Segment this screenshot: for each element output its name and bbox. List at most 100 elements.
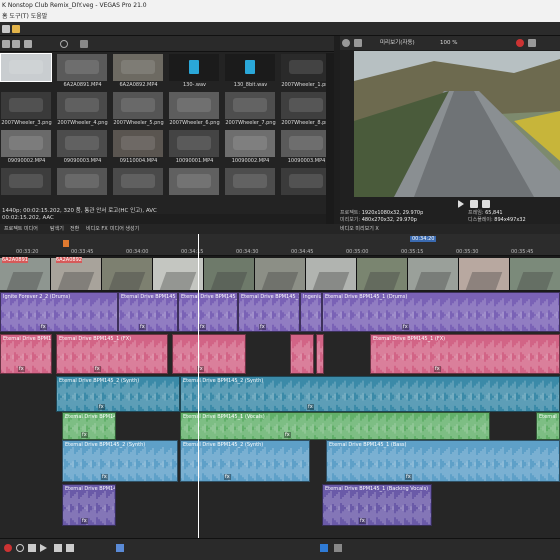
audio-event[interactable]: Eternal Drive BPM145_1 (Vocals) [536,412,560,440]
media-item[interactable] [56,167,110,205]
event-fx-icon[interactable]: fx [307,404,314,410]
event-fx-icon[interactable]: fx [224,474,231,480]
audio-track[interactable]: Eternal Drive BPM145_1 (Bass)fx Eternal D… [0,484,560,526]
event-fx-icon[interactable]: fx [81,432,88,438]
media-item[interactable]: 6A2A0892.MP4 [112,53,166,91]
video-event-frame[interactable] [153,258,204,290]
media-item[interactable]: 2007Wheeler_7.png [224,91,278,129]
event-fx-icon[interactable]: fx [434,366,441,372]
tab-explorer[interactable]: 탐색기 [50,224,64,234]
play-icon[interactable] [458,200,464,208]
media-item[interactable]: 10090002.MP4 [224,129,278,167]
audio-event[interactable]: Eternal Drive BPM145_1 (Drums) fx [238,292,300,332]
audio-event[interactable]: Eternal Drive BPM145_1fx [62,412,116,440]
tab-project-media[interactable]: 프로젝트 미디어 [4,224,38,234]
loop-icon[interactable] [16,544,24,552]
event-fx-icon[interactable]: fx [199,324,206,330]
menu-bar[interactable]: 홈 도구(T) 도움말 [0,12,560,22]
media-item[interactable]: 130-.wav [168,53,222,91]
remove-icon[interactable] [24,40,32,48]
audio-event[interactable]: Eternal Drive BPM145_2 (Synth) fx [62,440,178,482]
audio-event[interactable]: Eternal Drive BPM145_1 (Drums) fx [322,292,560,332]
media-item[interactable] [0,53,54,91]
event-fx-icon[interactable]: fx [405,474,412,480]
video-event-frame[interactable] [510,258,560,290]
auto-ripple-icon[interactable] [334,544,342,552]
audio-event[interactable]: Eternal Drive BPM145_1 (Backing Vocals) f… [322,484,432,526]
event-fx-icon[interactable]: fx [18,366,25,372]
event-fx-icon[interactable]: fx [139,324,146,330]
audio-event[interactable]: fx [172,334,246,374]
media-item[interactable]: 09090003.MP4 [56,129,110,167]
event-fx-icon[interactable]: fx [98,404,105,410]
media-item[interactable] [224,167,278,205]
tab-video-preview[interactable]: 비디오 미리보기 X [340,224,379,234]
audio-event[interactable]: Eternal Drive BPM145_1 (Vocals) fx [180,412,490,440]
preview-mode[interactable]: 미리보기(자동) [380,36,415,50]
audio-event[interactable] [290,334,314,374]
import-icon[interactable] [2,40,10,48]
snapping-icon[interactable] [320,544,328,552]
snapshot-icon[interactable] [516,39,524,47]
open-folder-icon[interactable] [12,25,20,33]
media-item[interactable]: 130_8bit.wav [224,53,278,91]
event-fx-icon[interactable]: fx [94,366,101,372]
tab-transitions[interactable]: 전환 [70,224,79,234]
split-icon[interactable] [354,39,362,47]
video-event-frame[interactable] [255,258,306,290]
normal-edit-tool-icon[interactable] [116,544,124,552]
audio-track[interactable]: Eternal Drive BPM145_2 (Synth) fx Eternal … [0,376,560,412]
audio-event[interactable]: Eternal Drive BPM145_2 (Synth) fx [180,440,310,482]
audio-event[interactable]: Eternal Drive BPM145_1 (FX) fx [370,334,560,374]
video-track[interactable]: 6A2A0891 6A2A0892 [0,256,560,292]
video-event-frame[interactable] [204,258,255,290]
audio-event[interactable]: Eternal Drive BPM145_2 (Synth) fx [180,376,560,412]
record-icon[interactable] [4,544,12,552]
media-item[interactable]: 09090002.MP4 [0,129,54,167]
event-fx-icon[interactable]: fx [40,324,47,330]
audio-event[interactable]: Eternal Drive BPM145_2 (Drums) fx [178,292,238,332]
audio-event[interactable]: Eternal Drive BPM145_2 (Drums) fx [118,292,178,332]
audio-event[interactable]: Eternal Drive BPM145_1 (Bass) fx [326,440,560,482]
capture-icon[interactable] [12,40,20,48]
stop-icon[interactable] [482,200,490,208]
media-item[interactable]: 2007Wheeler_6.png [168,91,222,129]
media-item[interactable]: 2007Wheeler_5.png [112,91,166,129]
media-item[interactable]: 2007Wheeler_4.png [56,91,110,129]
timeline-ruler[interactable]: 00:34:20 00:33:20 00:33:45 00:34:00 00:34:1… [0,234,560,256]
tab-media-generators[interactable]: 미디어 생성기 [110,224,139,234]
event-fx-icon[interactable]: fx [259,324,266,330]
media-item[interactable] [168,167,222,205]
search-icon[interactable] [60,40,68,48]
media-item[interactable]: 6A2A0891.MP4 [56,53,110,91]
audio-event[interactable]: Eternal Drive BPM145_2 (Synth) fx [56,376,180,412]
audio-track[interactable]: Eternal Drive BPM145_1 (FX)fxEternal Dri… [0,334,560,374]
video-event-frame[interactable] [306,258,357,290]
media-item[interactable] [0,167,54,205]
audio-track[interactable]: Eternal Drive BPM145_2 (Synth) fx Eternal … [0,440,560,482]
audio-event[interactable]: Eternal Drive BPM145_1 (Bass) fx [62,484,116,526]
video-event-frame[interactable] [357,258,408,290]
event-fx-icon[interactable]: fx [284,432,291,438]
audio-event[interactable]: Ingenium Eter... [300,292,322,332]
new-project-icon[interactable] [2,25,10,33]
playhead[interactable] [198,234,199,538]
media-item[interactable] [112,167,166,205]
grid-icon[interactable] [528,39,536,47]
video-event-frame[interactable] [408,258,459,290]
audio-event[interactable]: Ignite Forever 2_2 (Drums) fx [0,292,118,332]
event-fx-icon[interactable]: fx [402,324,409,330]
event-fx-icon[interactable]: fx [81,518,88,524]
media-item[interactable]: 09110004.MP4 [112,129,166,167]
event-fx-icon[interactable]: fx [359,518,366,524]
play-from-start-icon[interactable] [28,544,36,552]
play-icon[interactable] [40,544,47,552]
audio-track[interactable]: Ignite Forever 2_2 (Drums) fx Eternal Driv… [0,292,560,332]
video-event-frame[interactable] [459,258,510,290]
views-icon[interactable] [80,40,88,48]
pause-icon[interactable] [470,200,478,208]
tab-video-fx[interactable]: 비디오 FX [86,224,108,234]
media-item[interactable]: 2007Wheeler_3.png [0,91,54,129]
marker-flag[interactable] [63,240,69,247]
audio-event[interactable] [316,334,324,374]
